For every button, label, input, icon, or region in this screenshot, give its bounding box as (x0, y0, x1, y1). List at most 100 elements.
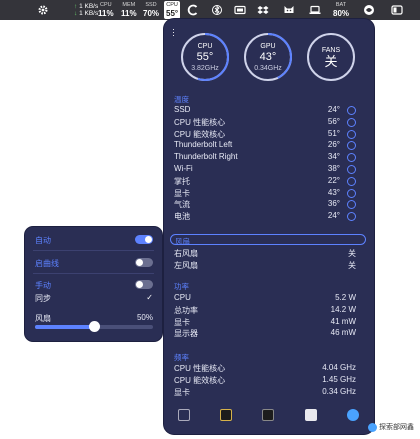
sidebar-toggle-icon[interactable] (390, 3, 404, 17)
fan-speed-slider[interactable] (35, 321, 153, 332)
temperature-value: 34° (327, 152, 340, 162)
temperature-row: Wi-Fi 38° (174, 164, 356, 176)
frequency-value: 4.04 GHz (322, 363, 356, 372)
temperature-label: CPU 性能核心 (174, 117, 226, 127)
sensor-toggle-icon[interactable] (347, 129, 356, 139)
frequency-row: 显卡 0.34 GHz (174, 387, 356, 399)
temperature-value: 24° (327, 105, 340, 114)
power-row: 显示器 46 mW (174, 328, 356, 340)
auto-toggle[interactable] (135, 235, 153, 244)
temperature-value: 36° (327, 199, 340, 209)
temperature-value: 26° (327, 140, 340, 150)
temperature-label: 电池 (174, 212, 190, 222)
screen-icon[interactable] (233, 3, 247, 17)
temperature-label: Wi-Fi (174, 164, 193, 173)
temperature-row: CPU 能效核心 51° (174, 129, 356, 141)
activity-monitor-icon[interactable] (178, 409, 190, 421)
cat-icon[interactable] (282, 3, 296, 17)
sensor-toggle-icon[interactable] (347, 141, 356, 151)
frequency-section-title: 频率 (174, 353, 189, 362)
temperature-row: 气流 36° (174, 199, 356, 211)
temperature-section-title: 温度 (174, 95, 189, 104)
gpu-gauge[interactable]: GPU 43° 0.34GHz (244, 33, 292, 81)
temperature-value: 43° (327, 187, 340, 197)
stats-panel: · · · CPU 55° 3.82GHz GPU 43° 0.34GHz FANS… (164, 19, 374, 434)
gear-icon[interactable] (36, 3, 50, 17)
curve-toggle[interactable] (135, 258, 153, 267)
fan-label: 右风扇 (174, 249, 198, 258)
temperature-label: 气流 (174, 200, 190, 210)
cpu-gauge-arc (181, 33, 229, 81)
cpu-usage[interactable]: CPU 11% (98, 0, 114, 20)
auto-row[interactable]: 自动 (35, 235, 153, 246)
power-row: 总功率 14.2 W (174, 305, 356, 317)
fans-gauge[interactable]: FANS 关 (307, 33, 355, 81)
terminal-icon[interactable] (262, 409, 274, 421)
app-swirl-icon[interactable] (362, 3, 376, 17)
fans-section-header[interactable]: 风扇 (170, 234, 366, 246)
bluetooth-circle-icon[interactable] (210, 3, 224, 17)
power-value: 41 mW (330, 316, 356, 326)
temperature-label: SSD (174, 105, 191, 114)
frequency-row: CPU 能效核心 1.45 GHz (174, 375, 356, 387)
app-store-icon[interactable] (347, 409, 359, 421)
cpu-gauge[interactable]: CPU 55° 3.82GHz (181, 33, 229, 81)
temperature-row: CPU 性能核心 56° (174, 117, 356, 129)
fan-speed-slider-handle[interactable] (88, 321, 100, 332)
power-row: 显卡 41 mW (174, 317, 356, 329)
cpu-temp-menu[interactable]: CPU 55° (164, 1, 181, 19)
sensor-toggle-icon[interactable] (347, 106, 356, 115)
fan-speed-value: 50% (136, 313, 153, 322)
power-value: 14.2 W (330, 304, 356, 314)
sensor-toggle-icon[interactable] (347, 200, 356, 210)
sensor-toggle-icon[interactable] (347, 176, 356, 186)
watermark: 探索部网鑫 (368, 422, 414, 432)
temperature-row: Thunderbolt Left 26° (174, 140, 356, 152)
laptop-icon[interactable] (308, 3, 322, 17)
temperature-value: 22° (327, 175, 340, 185)
fans-section-title: 风扇 (175, 237, 190, 246)
more-menu-icon[interactable]: · · · (172, 25, 175, 40)
sensor-toggle-icon[interactable] (347, 212, 356, 222)
watermark-logo-icon (368, 422, 377, 432)
temperature-value: 24° (327, 211, 340, 221)
sensor-toggle-icon[interactable] (347, 188, 356, 198)
sensor-toggle-icon[interactable] (347, 117, 356, 127)
power-label: 显卡 (174, 317, 190, 327)
frequency-label: CPU 能效核心 (174, 375, 226, 385)
sync-row[interactable]: 同步 ✓ (35, 293, 153, 304)
curve-row[interactable]: 启曲线 (35, 258, 153, 269)
divider (33, 250, 154, 251)
temperature-row: 掌托 22° (174, 176, 356, 188)
battery-status[interactable]: BAT 80% (333, 0, 349, 20)
network-stats[interactable]: ↑ 1 KB/s ↓ 1 KB/s (74, 0, 98, 20)
divider (33, 273, 154, 274)
temperature-label: Thunderbolt Right (174, 152, 238, 162)
auto-label: 自动 (35, 236, 51, 245)
bottom-toolbar (164, 404, 374, 428)
sensor-toggle-icon[interactable] (347, 165, 356, 174)
manual-row[interactable]: 手动 (35, 280, 153, 291)
temperature-label: Thunderbolt Left (174, 140, 233, 150)
mem-usage[interactable]: MEM 11% (121, 0, 137, 20)
manual-toggle[interactable] (135, 280, 153, 289)
disk-utility-icon[interactable] (305, 409, 317, 421)
temperature-row: Thunderbolt Right 34° (174, 152, 356, 164)
power-value: 46 mW (330, 328, 356, 338)
temperature-row: SSD 24° (174, 105, 356, 117)
temperature-value: 38° (327, 164, 340, 173)
clock-c-icon[interactable] (186, 3, 200, 17)
frequency-row: CPU 性能核心 4.04 GHz (174, 363, 356, 375)
ssd-usage[interactable]: SSD 70% (143, 0, 159, 20)
power-value: 5.2 W (335, 293, 356, 302)
temperature-row: 显卡 43° (174, 188, 356, 200)
dropbox-icon[interactable] (256, 3, 270, 17)
power-label: 总功率 (174, 305, 198, 315)
sensor-toggle-icon[interactable] (347, 153, 356, 163)
sync-checkmark: ✓ (146, 293, 153, 302)
menu-bar: ↑ 1 KB/s ↓ 1 KB/s CPU 11% MEM 11% SSD 70% C… (0, 0, 420, 20)
fan-speed-label: 风扇 (35, 314, 51, 323)
console-icon[interactable] (220, 409, 232, 421)
frequency-value: 1.45 GHz (322, 374, 356, 384)
fan-value: 关 (348, 249, 356, 258)
